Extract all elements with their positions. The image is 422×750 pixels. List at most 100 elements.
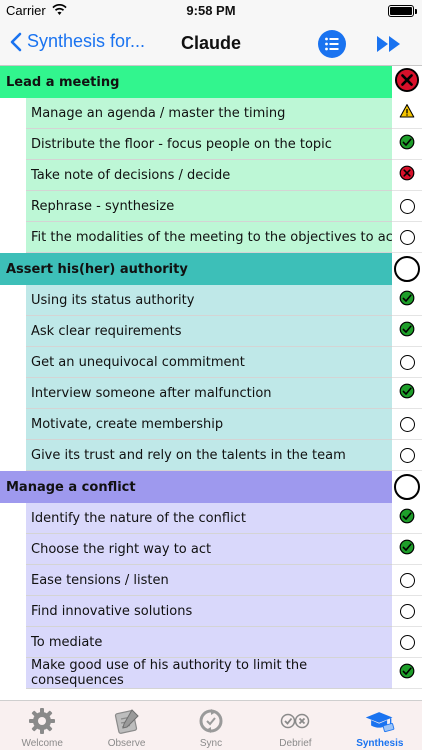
check-circle-icon [399, 508, 415, 529]
tab-debrief[interactable]: Debrief [253, 701, 337, 750]
item-status[interactable] [392, 409, 422, 440]
row-gutter [0, 191, 26, 222]
list-item[interactable]: Give its trust and rely on the talents i… [0, 440, 422, 471]
item-status[interactable] [392, 191, 422, 222]
tab-synthesis[interactable]: Synthesis [338, 701, 422, 750]
item-label: Interview someone after malfunction [26, 378, 392, 409]
check-circle-icon [399, 290, 415, 311]
list-item[interactable]: Using its status authority [0, 285, 422, 316]
item-status[interactable] [392, 627, 422, 658]
section-status[interactable] [392, 253, 422, 285]
item-status[interactable] [392, 378, 422, 409]
list-item[interactable]: Find innovative solutions [0, 596, 422, 627]
row-gutter [0, 222, 26, 253]
empty-circle-icon [399, 447, 415, 463]
item-status[interactable] [392, 658, 422, 689]
item-label: Make good use of his authority to limit … [26, 658, 392, 689]
section-header[interactable]: Lead a meeting [0, 66, 422, 98]
item-status[interactable] [392, 347, 422, 378]
fast-forward-icon [377, 36, 400, 52]
list-item[interactable]: Motivate, create membership [0, 409, 422, 440]
list-item[interactable]: Make good use of his authority to limit … [0, 658, 422, 689]
item-status[interactable] [392, 534, 422, 565]
list-item[interactable]: Ask clear requirements [0, 316, 422, 347]
item-status[interactable] [392, 596, 422, 627]
section-title: Lead a meeting [0, 66, 392, 98]
list-item[interactable]: Get an unequivocal commitment [0, 347, 422, 378]
item-status[interactable] [392, 160, 422, 191]
list-item[interactable]: To mediate [0, 627, 422, 658]
graduation-cap-icon [364, 706, 396, 736]
tab-bar: Welcome Observe Sync Debrief Synthesis [0, 700, 422, 750]
item-status[interactable] [392, 565, 422, 596]
item-label: Ease tensions / listen [26, 565, 392, 596]
tab-observe[interactable]: Observe [84, 701, 168, 750]
tab-label: Debrief [279, 738, 312, 749]
item-status[interactable] [392, 98, 422, 129]
list-item[interactable]: Choose the right way to act [0, 534, 422, 565]
item-status[interactable] [392, 222, 422, 253]
list-item[interactable]: Interview someone after malfunction [0, 378, 422, 409]
navigation-bar: Synthesis for... Claude [0, 22, 422, 66]
warning-icon [399, 103, 415, 124]
item-label: Rephrase - synthesize [26, 191, 392, 222]
tab-welcome[interactable]: Welcome [0, 701, 84, 750]
item-label: Get an unequivocal commitment [26, 347, 392, 378]
synthesis-list[interactable]: Lead a meeting Manage an agenda / master … [0, 66, 422, 700]
section-title: Assert his(her) authority [0, 253, 392, 285]
section: Manage a conflict Identify the nature of … [0, 471, 422, 689]
item-status[interactable] [392, 503, 422, 534]
section-header[interactable]: Assert his(her) authority [0, 253, 422, 285]
item-label: Choose the right way to act [26, 534, 392, 565]
gear-icon [26, 706, 58, 736]
row-gutter [0, 503, 26, 534]
item-label: Manage an agenda / master the timing [26, 98, 392, 129]
section-status[interactable] [392, 471, 422, 503]
row-gutter [0, 565, 26, 596]
section-header[interactable]: Manage a conflict [0, 471, 422, 503]
cross-circle-icon [399, 165, 415, 186]
empty-circle-icon [399, 572, 415, 588]
item-label: Identify the nature of the conflict [26, 503, 392, 534]
empty-circle-icon [399, 634, 415, 650]
empty-circle-icon [399, 198, 415, 214]
check-cross-icon [279, 706, 311, 736]
notepad-pen-icon [111, 706, 143, 736]
item-status[interactable] [392, 440, 422, 471]
section: Assert his(her) authority Using its statu… [0, 253, 422, 471]
item-status[interactable] [392, 285, 422, 316]
item-label: Take note of decisions / decide [26, 160, 392, 191]
clock: 9:58 PM [186, 3, 236, 18]
battery-icon [388, 5, 417, 17]
list-item[interactable]: Rephrase - synthesize [0, 191, 422, 222]
tab-sync[interactable]: Sync [169, 701, 253, 750]
empty-circle-icon [399, 603, 415, 619]
fast-forward-button[interactable] [375, 33, 403, 55]
list-item[interactable]: Manage an agenda / master the timing [0, 98, 422, 129]
item-label: Motivate, create membership [26, 409, 392, 440]
page-title: Claude [180, 33, 241, 53]
item-label: Distribute the floor - focus people on t… [26, 129, 392, 160]
empty-circle-icon [394, 256, 420, 282]
row-gutter [0, 347, 26, 378]
item-label: Using its status authority [26, 285, 392, 316]
section-status[interactable] [392, 66, 422, 98]
list-button[interactable] [318, 30, 346, 58]
list-item[interactable]: Distribute the floor - focus people on t… [0, 129, 422, 160]
item-label: Give its trust and rely on the talents i… [26, 440, 392, 471]
list-item[interactable]: Identify the nature of the conflict [0, 503, 422, 534]
row-gutter [0, 378, 26, 409]
row-gutter [0, 658, 26, 689]
empty-circle-icon [394, 474, 420, 500]
item-label: Fit the modalities of the meeting to the… [26, 222, 392, 253]
row-gutter [0, 316, 26, 347]
item-status[interactable] [392, 129, 422, 160]
item-status[interactable] [392, 316, 422, 347]
item-label: Ask clear requirements [26, 316, 392, 347]
check-circle-icon [399, 134, 415, 155]
list-item[interactable]: Fit the modalities of the meeting to the… [0, 222, 422, 253]
empty-circle-icon [399, 354, 415, 370]
row-gutter [0, 627, 26, 658]
list-item[interactable]: Ease tensions / listen [0, 565, 422, 596]
list-item[interactable]: Take note of decisions / decide [0, 160, 422, 191]
